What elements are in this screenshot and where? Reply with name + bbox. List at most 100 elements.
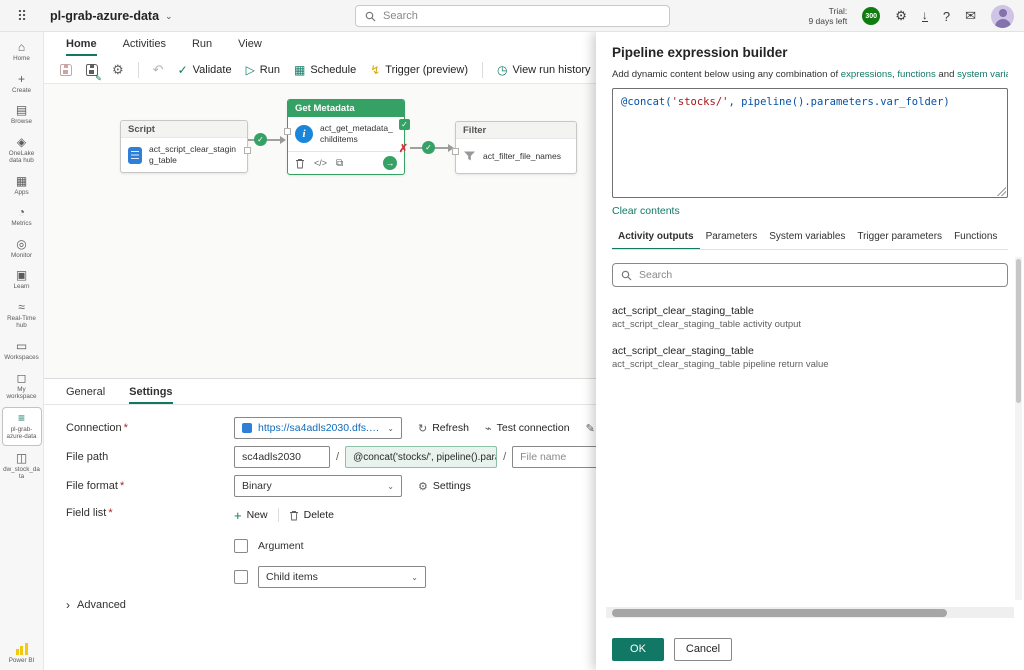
search-input[interactable]: [383, 10, 660, 22]
clear-contents-link[interactable]: Clear contents: [612, 205, 680, 217]
resize-handle[interactable]: [997, 187, 1006, 196]
expression-search[interactable]: [612, 263, 1008, 287]
tab-view[interactable]: View: [238, 38, 262, 56]
tab-activity-outputs[interactable]: Activity outputs: [612, 231, 700, 250]
activity-node-script[interactable]: Script act_script_clear_staging_table: [120, 120, 248, 173]
child-items-row: Child items ⌄: [234, 566, 426, 588]
path-separator: /: [336, 451, 339, 463]
container-input[interactable]: [234, 446, 330, 468]
success-port[interactable]: ✓: [399, 119, 410, 130]
horizontal-scrollbar[interactable]: [606, 607, 1014, 618]
download-icon[interactable]: ↓: [922, 10, 928, 22]
pipeline-title-menu[interactable]: pl-grab-azure-data ⌄: [50, 0, 173, 32]
feedback-icon[interactable]: ✉: [965, 8, 976, 24]
list-item[interactable]: act_script_clear_staging_table act_scrip…: [612, 345, 1008, 370]
undo-button[interactable]: ↶: [153, 62, 164, 78]
new-field-button[interactable]: + New: [234, 509, 268, 522]
file-format-dropdown[interactable]: Binary ⌄: [234, 475, 402, 497]
code-view-icon[interactable]: </>: [314, 158, 327, 168]
global-search[interactable]: [355, 5, 670, 27]
sidebar-item-real-time-hub[interactable]: ≈ Real-Time hub: [2, 297, 42, 334]
expressions-link[interactable]: expressions: [841, 69, 892, 80]
validate-button[interactable]: ✓ Validate: [178, 64, 232, 76]
script-icon: [128, 147, 142, 164]
app-window: ⠿ pl-grab-azure-data ⌄ Trial: 9 days lef…: [0, 0, 1024, 670]
save-as-button[interactable]: ✎: [86, 64, 98, 76]
help-icon[interactable]: ?: [943, 9, 950, 24]
child-items-dropdown[interactable]: Child items ⌄: [258, 566, 426, 588]
functions-link[interactable]: functions: [897, 69, 935, 80]
sidebar-item-create[interactable]: + Create: [2, 69, 42, 99]
tab-functions[interactable]: Functions: [948, 231, 1003, 250]
sidebar-item-browse[interactable]: ▤ Browse: [2, 100, 42, 130]
save-button[interactable]: [60, 64, 72, 76]
test-connection-button[interactable]: ⌁ Test connection: [485, 422, 570, 435]
expression-editor[interactable]: @concat('stocks/', pipeline().parameters…: [612, 88, 1008, 198]
add-activity-icon[interactable]: →: [383, 156, 397, 170]
gear-icon: ⚙: [112, 62, 124, 77]
pipeline-settings-button[interactable]: ⚙: [112, 62, 124, 78]
list-item[interactable]: act_script_clear_staging_table act_scrip…: [612, 305, 1008, 330]
sidebar-footer[interactable]: Power BI: [9, 643, 35, 664]
sidebar-item-home[interactable]: ⌂ Home: [2, 37, 42, 67]
sidebar-item-my-workspace[interactable]: ◻ My workspace: [2, 368, 42, 405]
sidebar-item-dw-stock-data[interactable]: ◫ dw_stock_data: [2, 448, 42, 485]
file-name-input[interactable]: [512, 446, 598, 468]
sidebar-item-learn[interactable]: ▣ Learn: [2, 265, 42, 295]
child-items-checkbox[interactable]: [234, 570, 248, 584]
input-port[interactable]: [284, 128, 291, 135]
delete-field-button[interactable]: Delete: [289, 509, 334, 521]
container-value[interactable]: [242, 451, 322, 463]
tab-run[interactable]: Run: [192, 38, 212, 56]
activity-node-filter[interactable]: Filter act_filter_file_names: [455, 121, 577, 174]
tab-system-variables[interactable]: System variables: [763, 231, 851, 250]
scrollbar-thumb[interactable]: [1016, 259, 1021, 403]
refresh-button[interactable]: ↻ Refresh: [418, 422, 469, 435]
connection-dropdown[interactable]: https://sa4adls2030.dfs.core.wind... ⌄: [234, 417, 402, 439]
tab-trigger-parameters[interactable]: Trigger parameters: [851, 231, 948, 250]
tab-variables[interactable]: Variables: [1003, 231, 1008, 250]
tab-parameters[interactable]: Parameters: [700, 231, 764, 250]
fail-port-icon[interactable]: ✗: [399, 144, 408, 155]
directory-expression[interactable]: @concat('stocks/', pipeline().paramet...: [345, 446, 497, 468]
file-name-value[interactable]: [520, 451, 590, 463]
settings-gear-icon[interactable]: ⚙: [895, 8, 907, 24]
notification-badge[interactable]: 300: [862, 7, 880, 25]
argument-checkbox[interactable]: [234, 539, 248, 553]
sidebar-item-metrics[interactable]: ◔ Metrics: [2, 202, 42, 232]
sidebar-item-onelake-data-hub[interactable]: ◈ OneLake data hub: [2, 132, 42, 169]
trigger-preview-button[interactable]: ↯ Trigger (preview): [370, 64, 468, 76]
tab-home[interactable]: Home: [66, 38, 97, 56]
output-port[interactable]: [244, 147, 251, 154]
sidebar-item-apps[interactable]: ▦ Apps: [2, 171, 42, 201]
account-avatar[interactable]: [991, 5, 1014, 28]
tab-activities[interactable]: Activities: [123, 38, 166, 56]
learn-icon: ▣: [16, 269, 27, 281]
sidebar-item-label: Real-Time hub: [3, 315, 41, 330]
input-port[interactable]: [452, 148, 459, 155]
sidebar-item-workspaces[interactable]: ▭ Workspaces: [2, 336, 42, 366]
sidebar-item-monitor[interactable]: ◎ Monitor: [2, 234, 42, 264]
argument-row: Argument: [234, 535, 426, 557]
system-variables-link[interactable]: system variables: [957, 69, 1008, 80]
copy-icon[interactable]: ⧉: [336, 158, 343, 169]
scrollbar-thumb[interactable]: [612, 609, 947, 617]
run-button[interactable]: ▷ Run: [246, 64, 280, 76]
undo-icon: ↶: [153, 62, 164, 77]
vertical-scrollbar[interactable]: [1015, 257, 1022, 600]
format-settings-button[interactable]: ⚙ Settings: [418, 480, 471, 493]
schedule-button[interactable]: ▦ Schedule: [294, 64, 356, 76]
toolbar-divider: [482, 62, 483, 78]
sidebar-item-pl-grab-azure-data[interactable]: ≡ pl-grab-azure-data: [2, 407, 42, 446]
ok-button[interactable]: OK: [612, 638, 664, 661]
expression-search-input[interactable]: [639, 269, 999, 281]
app-launcher-button[interactable]: ⠿: [0, 0, 44, 32]
activity-node-get-metadata[interactable]: Get Metadata i act_get_metadata_childite…: [287, 99, 405, 175]
view-run-history-button[interactable]: ◷ View run history: [497, 64, 591, 76]
refresh-label: Refresh: [432, 422, 469, 434]
tab-general[interactable]: General: [66, 386, 105, 404]
tab-settings[interactable]: Settings: [129, 386, 172, 404]
trash-icon[interactable]: [295, 158, 305, 169]
new-label: New: [247, 509, 268, 521]
cancel-button[interactable]: Cancel: [674, 638, 732, 661]
